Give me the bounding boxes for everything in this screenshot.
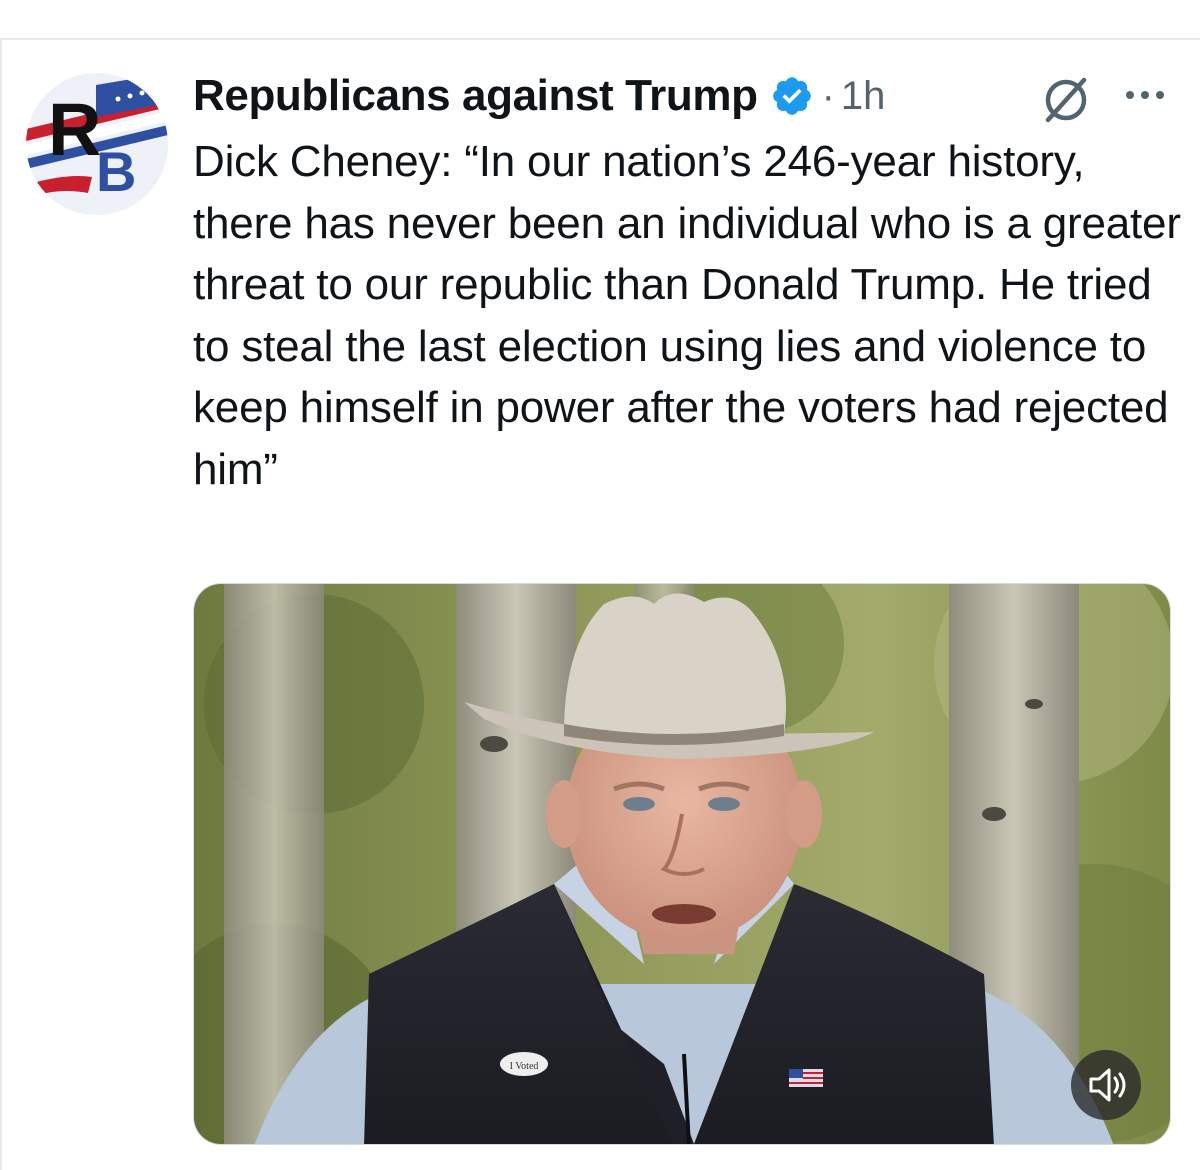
- more-icon[interactable]: [1122, 80, 1168, 110]
- separator-dot: ·: [821, 73, 835, 118]
- avatar-monogram-r: R: [48, 88, 101, 171]
- speaker-muted-icon[interactable]: [1071, 1050, 1141, 1120]
- video-media[interactable]: I Voted: [193, 583, 1171, 1145]
- video-frame: I Voted: [194, 584, 1170, 1144]
- i-voted-sticker-text: I Voted: [510, 1061, 539, 1072]
- post-timestamp[interactable]: 1h: [841, 74, 886, 119]
- grok-icon[interactable]: [1040, 72, 1092, 124]
- avatar-monogram-b: B: [96, 140, 136, 203]
- post-header: Republicans against Trump · 1h: [193, 66, 885, 126]
- tweet-post[interactable]: R B Republicans against Trump · 1h Dick …: [0, 0, 1200, 1170]
- tweet-text: Dick Cheney: “In our nation’s 246-year h…: [193, 137, 1181, 494]
- avatar-logo: R B: [26, 73, 168, 215]
- avatar[interactable]: R B: [26, 73, 168, 215]
- author-display-name[interactable]: Republicans against Trump: [193, 71, 758, 121]
- verified-badge-icon[interactable]: [770, 74, 814, 118]
